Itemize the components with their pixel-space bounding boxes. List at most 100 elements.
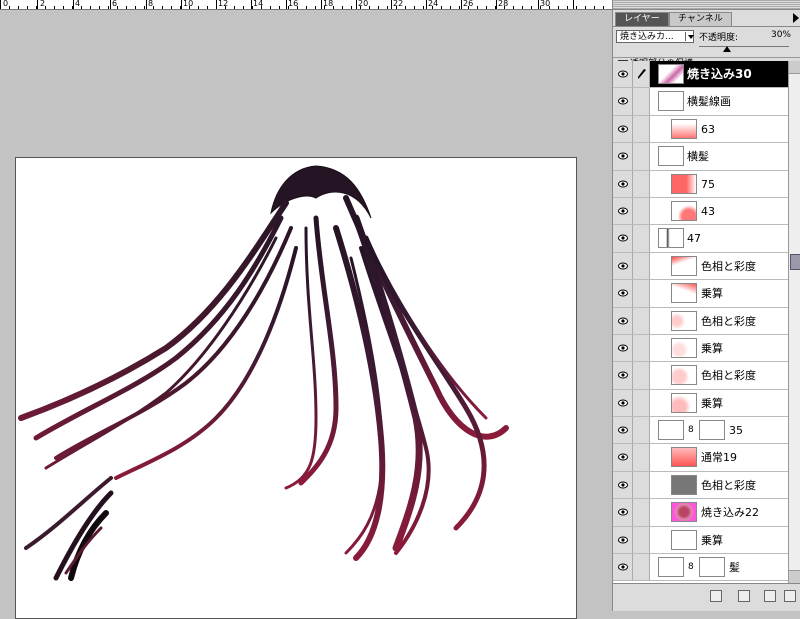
palette-titlebar[interactable] <box>613 0 800 10</box>
ruler-minor-tick <box>54 6 55 9</box>
layer-row[interactable]: 横髪 <box>613 143 788 171</box>
layer-link-toggle[interactable] <box>633 499 650 526</box>
layer-row[interactable]: 通常19 <box>613 444 788 472</box>
layer-thumbnail[interactable] <box>658 420 684 441</box>
layer-visibility-toggle[interactable] <box>613 417 633 444</box>
layer-visibility-toggle[interactable] <box>613 197 633 225</box>
layer-row[interactable]: 色相と彩度 <box>613 362 788 390</box>
layer-link-toggle[interactable] <box>633 334 650 362</box>
scroll-thumb[interactable] <box>790 254 800 270</box>
layer-visibility-toggle[interactable] <box>613 389 633 417</box>
layer-visibility-toggle[interactable] <box>613 280 633 307</box>
layer-visibility-toggle[interactable] <box>613 61 633 88</box>
layer-thumbnail[interactable] <box>671 310 697 331</box>
layer-link-toggle[interactable] <box>633 143 650 170</box>
layer-visibility-toggle[interactable] <box>613 170 633 197</box>
layer-thumbnail[interactable] <box>658 228 684 249</box>
palette-menu-arrow-icon[interactable] <box>793 13 799 23</box>
layer-link-toggle[interactable] <box>633 170 650 197</box>
layer-link-toggle[interactable] <box>633 362 650 389</box>
layer-link-toggle[interactable] <box>633 526 650 554</box>
layer-row[interactable]: 色相と彩度 <box>613 252 788 281</box>
layer-row[interactable]: 色相と彩度 <box>613 471 788 500</box>
layer-visibility-toggle[interactable] <box>613 334 633 362</box>
layer-list-scrollbar[interactable] <box>788 61 800 583</box>
layer-link-toggle[interactable] <box>633 252 650 280</box>
opacity-value[interactable]: 30% <box>771 30 791 40</box>
layer-thumbnail[interactable] <box>671 255 697 276</box>
layer-row[interactable]: 乗算 <box>613 280 788 308</box>
layer-link-toggle[interactable] <box>633 389 650 417</box>
layer-row[interactable]: 色相と彩度 <box>613 307 788 335</box>
trash-icon[interactable] <box>764 590 776 602</box>
layer-link-toggle[interactable] <box>633 444 650 471</box>
layer-thumbnail[interactable] <box>671 118 697 139</box>
layer-row[interactable]: 焼き込み30 <box>613 61 788 89</box>
opacity-slider[interactable] <box>699 46 789 47</box>
scroll-up-button[interactable] <box>789 61 800 74</box>
layer-row[interactable]: 47 <box>613 225 788 253</box>
layer-row[interactable]: 乗算 <box>613 389 788 418</box>
layer-thumbnail[interactable] <box>658 64 684 84</box>
layer-link-toggle[interactable] <box>633 471 650 499</box>
layer-thumbnail[interactable] <box>671 447 697 468</box>
tab-channels[interactable]: チャンネル <box>669 12 732 26</box>
layer-visibility-toggle[interactable] <box>613 252 633 280</box>
layer-row[interactable]: 乗算 <box>613 334 788 363</box>
layer-visibility-toggle[interactable] <box>613 115 633 143</box>
layer-mask-thumbnail[interactable] <box>699 557 725 578</box>
layer-visibility-toggle[interactable] <box>613 526 633 554</box>
layer-visibility-toggle[interactable] <box>613 88 633 115</box>
layer-visibility-toggle[interactable] <box>613 554 633 581</box>
scroll-down-button[interactable] <box>789 570 800 583</box>
resize-grip-icon[interactable] <box>784 590 796 602</box>
layer-link-toggle[interactable] <box>633 115 650 143</box>
layer-row[interactable]: 横髪線画 <box>613 88 788 116</box>
layer-row[interactable]: 乗算 <box>613 526 788 555</box>
layer-visibility-toggle[interactable] <box>613 225 633 252</box>
layer-link-toggle[interactable] <box>633 197 650 225</box>
layer-visibility-toggle[interactable] <box>613 499 633 526</box>
blend-mode-select[interactable]: 焼き込みカ... <box>616 30 694 43</box>
layer-thumbnail[interactable] <box>658 91 684 112</box>
layer-thumbnail[interactable] <box>671 529 697 550</box>
layer-row[interactable]: 8 35 <box>613 417 788 445</box>
layer-mask-thumbnail[interactable] <box>699 420 725 441</box>
opacity-slider-thumb[interactable] <box>723 46 731 52</box>
layer-thumbnail[interactable] <box>658 557 684 578</box>
layer-link-toggle[interactable] <box>633 61 650 88</box>
layer-thumbnail[interactable] <box>671 392 697 413</box>
layer-row[interactable]: 8髪 <box>613 554 788 582</box>
canvas[interactable] <box>15 157 577 619</box>
document-area[interactable] <box>0 10 612 619</box>
layer-thumbnail[interactable] <box>671 502 697 523</box>
layer-link-toggle[interactable] <box>633 417 650 444</box>
layer-visibility-toggle[interactable] <box>613 143 633 170</box>
layer-thumbnail[interactable] <box>658 146 684 167</box>
layer-link-toggle[interactable] <box>633 307 650 334</box>
layer-row[interactable]: 43 <box>613 197 788 226</box>
layer-visibility-toggle[interactable] <box>613 444 633 471</box>
layer-thumbnail[interactable] <box>671 337 697 358</box>
layer-thumbnail[interactable] <box>671 173 697 194</box>
layer-link-toggle[interactable] <box>633 554 650 581</box>
layer-row[interactable]: 63 <box>613 115 788 144</box>
layer-thumbnail[interactable] <box>671 474 697 495</box>
tab-layers[interactable]: レイヤー <box>615 12 669 26</box>
link-chain-icon[interactable]: 8 <box>688 425 694 435</box>
layer-link-toggle[interactable] <box>633 88 650 115</box>
link-chain-icon[interactable]: 8 <box>688 562 694 572</box>
layer-thumbnail[interactable] <box>671 283 697 304</box>
layer-link-toggle[interactable] <box>633 225 650 252</box>
add-mask-button[interactable] <box>710 590 722 602</box>
layer-thumbnail[interactable] <box>671 365 697 386</box>
new-layer-button[interactable] <box>738 590 750 602</box>
layer-thumbnail[interactable] <box>671 200 697 221</box>
layer-visibility-toggle[interactable] <box>613 471 633 499</box>
layer-link-toggle[interactable] <box>633 280 650 307</box>
layer-visibility-toggle[interactable] <box>613 362 633 389</box>
layer-row[interactable]: 75 <box>613 170 788 198</box>
layer-visibility-toggle[interactable] <box>613 307 633 334</box>
layers-palette[interactable]: レイヤー チャンネル 焼き込みカ... 不透明度: 30% 透明部分の保護 焼き… <box>612 0 800 611</box>
layer-row[interactable]: 焼き込み22 <box>613 499 788 527</box>
